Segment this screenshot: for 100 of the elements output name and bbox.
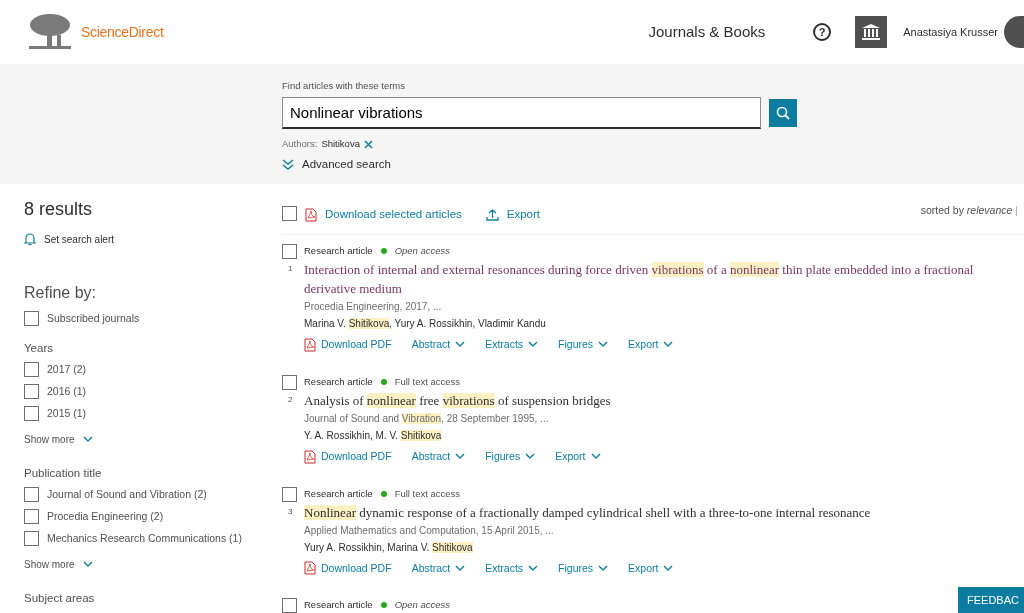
feedback-button[interactable]: FEEDBAC <box>958 586 1024 613</box>
double-chevron-icon <box>282 158 294 171</box>
journals-books-link[interactable]: Journals & Books <box>648 20 766 44</box>
dropdown-link[interactable]: Abstract <box>411 448 466 465</box>
filter-heading: Years <box>24 341 54 355</box>
result-number: 2 <box>288 393 293 406</box>
access-dot <box>380 248 387 254</box>
pdf-icon <box>304 337 316 352</box>
chevron-down-icon <box>663 564 674 572</box>
download-pdf-link[interactable]: Download PDF <box>304 337 392 353</box>
chevron-down-icon <box>455 564 466 572</box>
option-label[interactable]: 2017 (2) <box>47 362 87 377</box>
result-number: 3 <box>288 505 293 518</box>
checkbox[interactable] <box>282 244 297 259</box>
user-name[interactable]: Anastasiya Krusser <box>903 23 998 41</box>
dropdown-link[interactable]: Extracts <box>485 560 539 577</box>
chevron-down-icon <box>82 561 93 568</box>
dropdown-link[interactable]: Export <box>555 448 601 465</box>
search-button[interactable] <box>769 99 797 128</box>
avatar[interactable] <box>1004 16 1024 48</box>
checkbox[interactable] <box>24 362 39 377</box>
article-type: Research article <box>304 374 373 389</box>
access-label: Open access <box>394 244 451 258</box>
chevron-down-icon <box>528 341 539 349</box>
pdf-icon <box>304 561 316 576</box>
source-text: Procedia Engineering, 2017, ... <box>304 300 443 314</box>
article-type: Research article <box>304 598 373 613</box>
checkbox[interactable] <box>24 531 39 546</box>
article-title-link[interactable]: Nonlinear dynamic response of a fractionally damped cylindrical shell with a three-to-one internal resonance <box>304 502 1020 522</box>
authors-text: Y. A. Rossikhin, M. V. Shitikova <box>304 428 443 443</box>
bell-icon <box>24 233 36 246</box>
dropdown-link[interactable]: Export <box>628 560 674 577</box>
set-search-alert-link[interactable]: Set search alert <box>24 232 115 247</box>
filter-heading: Subject areas <box>24 591 96 605</box>
option-label[interactable]: 2015 (1) <box>47 406 87 421</box>
pdf-icon <box>305 207 317 222</box>
checkbox[interactable] <box>24 311 39 326</box>
option-label[interactable]: 2016 (1) <box>47 384 87 399</box>
access-label: Full text access <box>394 486 461 501</box>
export-link[interactable]: Export <box>485 206 541 224</box>
result-number: 1 <box>288 263 293 275</box>
article-type: Research article <box>304 244 373 258</box>
dropdown-link[interactable]: Figures <box>558 337 609 353</box>
source-text: Journal of Sound and Vibration, 28 September 1995, ... <box>304 411 550 426</box>
article-title-link[interactable]: Analysis of nonlinear free vibrations of suspension bridges <box>304 390 1020 410</box>
logo-tree-drawing <box>27 13 73 51</box>
access-dot <box>380 602 387 609</box>
filter-value: Shitikova <box>321 137 360 152</box>
option-label[interactable]: Procedia Engineering (2) <box>47 509 164 524</box>
access-label: Open access <box>394 598 451 613</box>
chevron-down-icon <box>598 341 609 349</box>
article-title-link[interactable]: Interaction of internal and external resonances during force driven vibrations of a nonlinear thin plate embedded into a fractional derivative medium <box>304 260 1020 298</box>
dropdown-link[interactable]: Abstract <box>411 337 466 353</box>
show-more-link[interactable]: Show more <box>24 558 93 571</box>
checkbox[interactable] <box>24 406 39 421</box>
article-type: Research article <box>304 486 373 501</box>
option-label[interactable]: Mechanics Research Communications (1) <box>47 531 242 546</box>
chevron-down-icon <box>455 341 466 349</box>
checkbox[interactable] <box>282 374 297 390</box>
building-icon <box>862 24 881 40</box>
filter-label: Authors: <box>282 137 318 152</box>
show-more-link[interactable]: Show more <box>24 433 93 446</box>
advanced-search-link[interactable]: Advanced search <box>282 155 391 173</box>
download-selected-link[interactable]: Download selected articles <box>305 206 462 224</box>
close-icon[interactable] <box>363 139 373 149</box>
chevron-down-icon <box>525 453 536 461</box>
dropdown-link[interactable]: Extracts <box>485 337 539 353</box>
checkbox[interactable] <box>24 487 39 502</box>
search-icon <box>776 106 790 121</box>
chevron-down-icon <box>82 436 93 443</box>
dropdown-link[interactable]: Figures <box>558 560 609 577</box>
checkbox[interactable] <box>282 486 297 502</box>
checkbox[interactable] <box>282 598 297 613</box>
authors-text: Marina V. Shitikova, Yury A. Rossikhin, Vladimir Kandu <box>304 317 547 331</box>
chevron-down-icon <box>598 564 609 572</box>
chevron-down-icon <box>590 453 601 461</box>
search-label: Find articles with these terms <box>282 79 406 93</box>
option-label[interactable]: Journal of Sound and Vibration (2) <box>47 487 207 502</box>
checkbox[interactable] <box>24 384 39 399</box>
chevron-down-icon <box>528 564 539 572</box>
checkbox[interactable] <box>24 509 39 524</box>
option-label[interactable]: Subscribed journals <box>47 311 140 326</box>
dropdown-link[interactable]: Export <box>628 337 674 353</box>
dropdown-link[interactable]: Abstract <box>411 560 466 577</box>
access-label: Full text access <box>394 374 461 389</box>
results-count: 8 results <box>24 198 94 220</box>
refine-heading: Refine by: <box>24 283 98 303</box>
chevron-down-icon <box>663 341 674 349</box>
search-field[interactable]: Nonlinear vibrations <box>282 97 761 130</box>
access-dot <box>380 378 387 385</box>
upload-icon <box>485 208 499 221</box>
download-pdf-link[interactable]: Download PDF <box>304 560 392 577</box>
sort-label: sorted by relevance | <box>920 203 1018 218</box>
checkbox[interactable] <box>282 206 297 221</box>
download-pdf-link[interactable]: Download PDF <box>304 448 392 465</box>
help-icon[interactable]: ? <box>813 23 832 41</box>
source-text: Applied Mathematics and Computation, 15 April 2015, ... <box>304 523 555 538</box>
chevron-down-icon <box>455 453 466 461</box>
dropdown-link[interactable]: Figures <box>485 448 536 465</box>
institution-button[interactable] <box>855 16 888 48</box>
